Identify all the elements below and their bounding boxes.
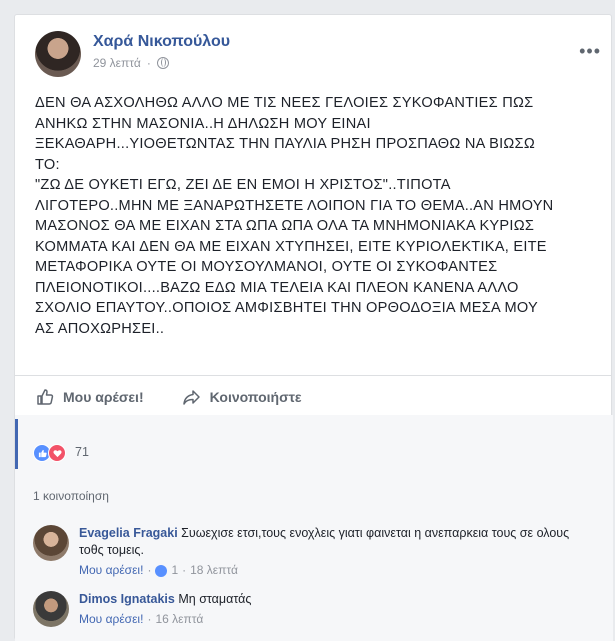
reactions-summary[interactable]: 71 bbox=[15, 415, 613, 473]
post-card: Χαρά Νικοπούλου 29 λεπτά · ••• ΔΕΝ ΘΑ ΑΣ… bbox=[14, 14, 613, 641]
comment-meta: Μου αρέσει! · 16 λεπτά bbox=[79, 611, 579, 628]
post-header: Χαρά Νικοπούλου 29 λεπτά · ••• bbox=[35, 31, 601, 79]
share-arrow-icon bbox=[182, 390, 200, 405]
post-actions-bar: Μου αρέσει! Κοινοποιήστε bbox=[29, 379, 599, 415]
post-meta: 29 λεπτά · bbox=[93, 56, 169, 70]
commenter-name[interactable]: Dimos Ignatakis bbox=[79, 592, 175, 606]
comment-like-link[interactable]: Μου αρέσει! bbox=[79, 611, 143, 628]
meta-separator: · bbox=[182, 563, 187, 577]
comment-like-link[interactable]: Μου αρέσει! bbox=[79, 562, 143, 579]
ellipsis-icon[interactable]: ••• bbox=[579, 41, 601, 62]
comment-timestamp[interactable]: 16 λεπτά bbox=[155, 611, 203, 628]
reaction-count[interactable]: 71 bbox=[75, 445, 89, 459]
thumbs-up-icon bbox=[37, 389, 54, 405]
share-button[interactable]: Κοινοποιήστε bbox=[176, 383, 308, 411]
shares-row: 1 κοινοποίηση bbox=[15, 473, 613, 515]
commenter-name[interactable]: Evagelia Fragaki bbox=[79, 526, 178, 540]
comment-timestamp[interactable]: 18 λεπτά bbox=[190, 562, 238, 579]
meta-separator: · bbox=[147, 563, 152, 577]
commenter-avatar[interactable] bbox=[33, 591, 69, 627]
meta-separator: · bbox=[146, 56, 151, 70]
author-avatar[interactable] bbox=[35, 31, 81, 77]
share-label: Κοινοποιήστε bbox=[209, 389, 302, 405]
post-body-text: ΔΕΝ ΘΑ ΑΣΧΟΛΗΘΩ ΑΛΛΟ ΜΕ ΤΙΣ ΝΕΕΣ ΓΕΛΟΙΕΣ… bbox=[35, 95, 554, 337]
love-icon bbox=[48, 444, 66, 462]
like-label: Μου αρέσει! bbox=[63, 389, 144, 405]
comments-section: Evagelia Fragaki Συωεχισε ετσι,τους ενοχ… bbox=[15, 515, 613, 641]
globe-icon[interactable] bbox=[156, 57, 169, 69]
reaction-icons bbox=[33, 444, 66, 462]
comment-reaction-count[interactable]: 1 bbox=[171, 562, 178, 579]
reactions-accent-bar bbox=[15, 419, 18, 469]
author-name[interactable]: Χαρά Νικοπούλου bbox=[93, 33, 230, 51]
comment-meta: Μου αρέσει! · 1 · 18 λεπτά bbox=[79, 562, 579, 579]
like-button[interactable]: Μου αρέσει! bbox=[29, 383, 150, 411]
meta-separator: · bbox=[147, 612, 152, 626]
comment-body: Dimos Ignatakis Μη σταματάς Μου αρέσει! … bbox=[79, 591, 579, 628]
commenter-avatar[interactable] bbox=[33, 525, 69, 561]
comment-body: Evagelia Fragaki Συωεχισε ετσι,τους ενοχ… bbox=[79, 525, 579, 579]
divider bbox=[15, 375, 611, 376]
like-icon bbox=[155, 564, 168, 577]
comment-text: Μη σταματάς bbox=[178, 592, 252, 606]
share-count-link[interactable]: 1 κοινοποίηση bbox=[33, 489, 109, 503]
post-timestamp[interactable]: 29 λεπτά bbox=[93, 56, 141, 70]
